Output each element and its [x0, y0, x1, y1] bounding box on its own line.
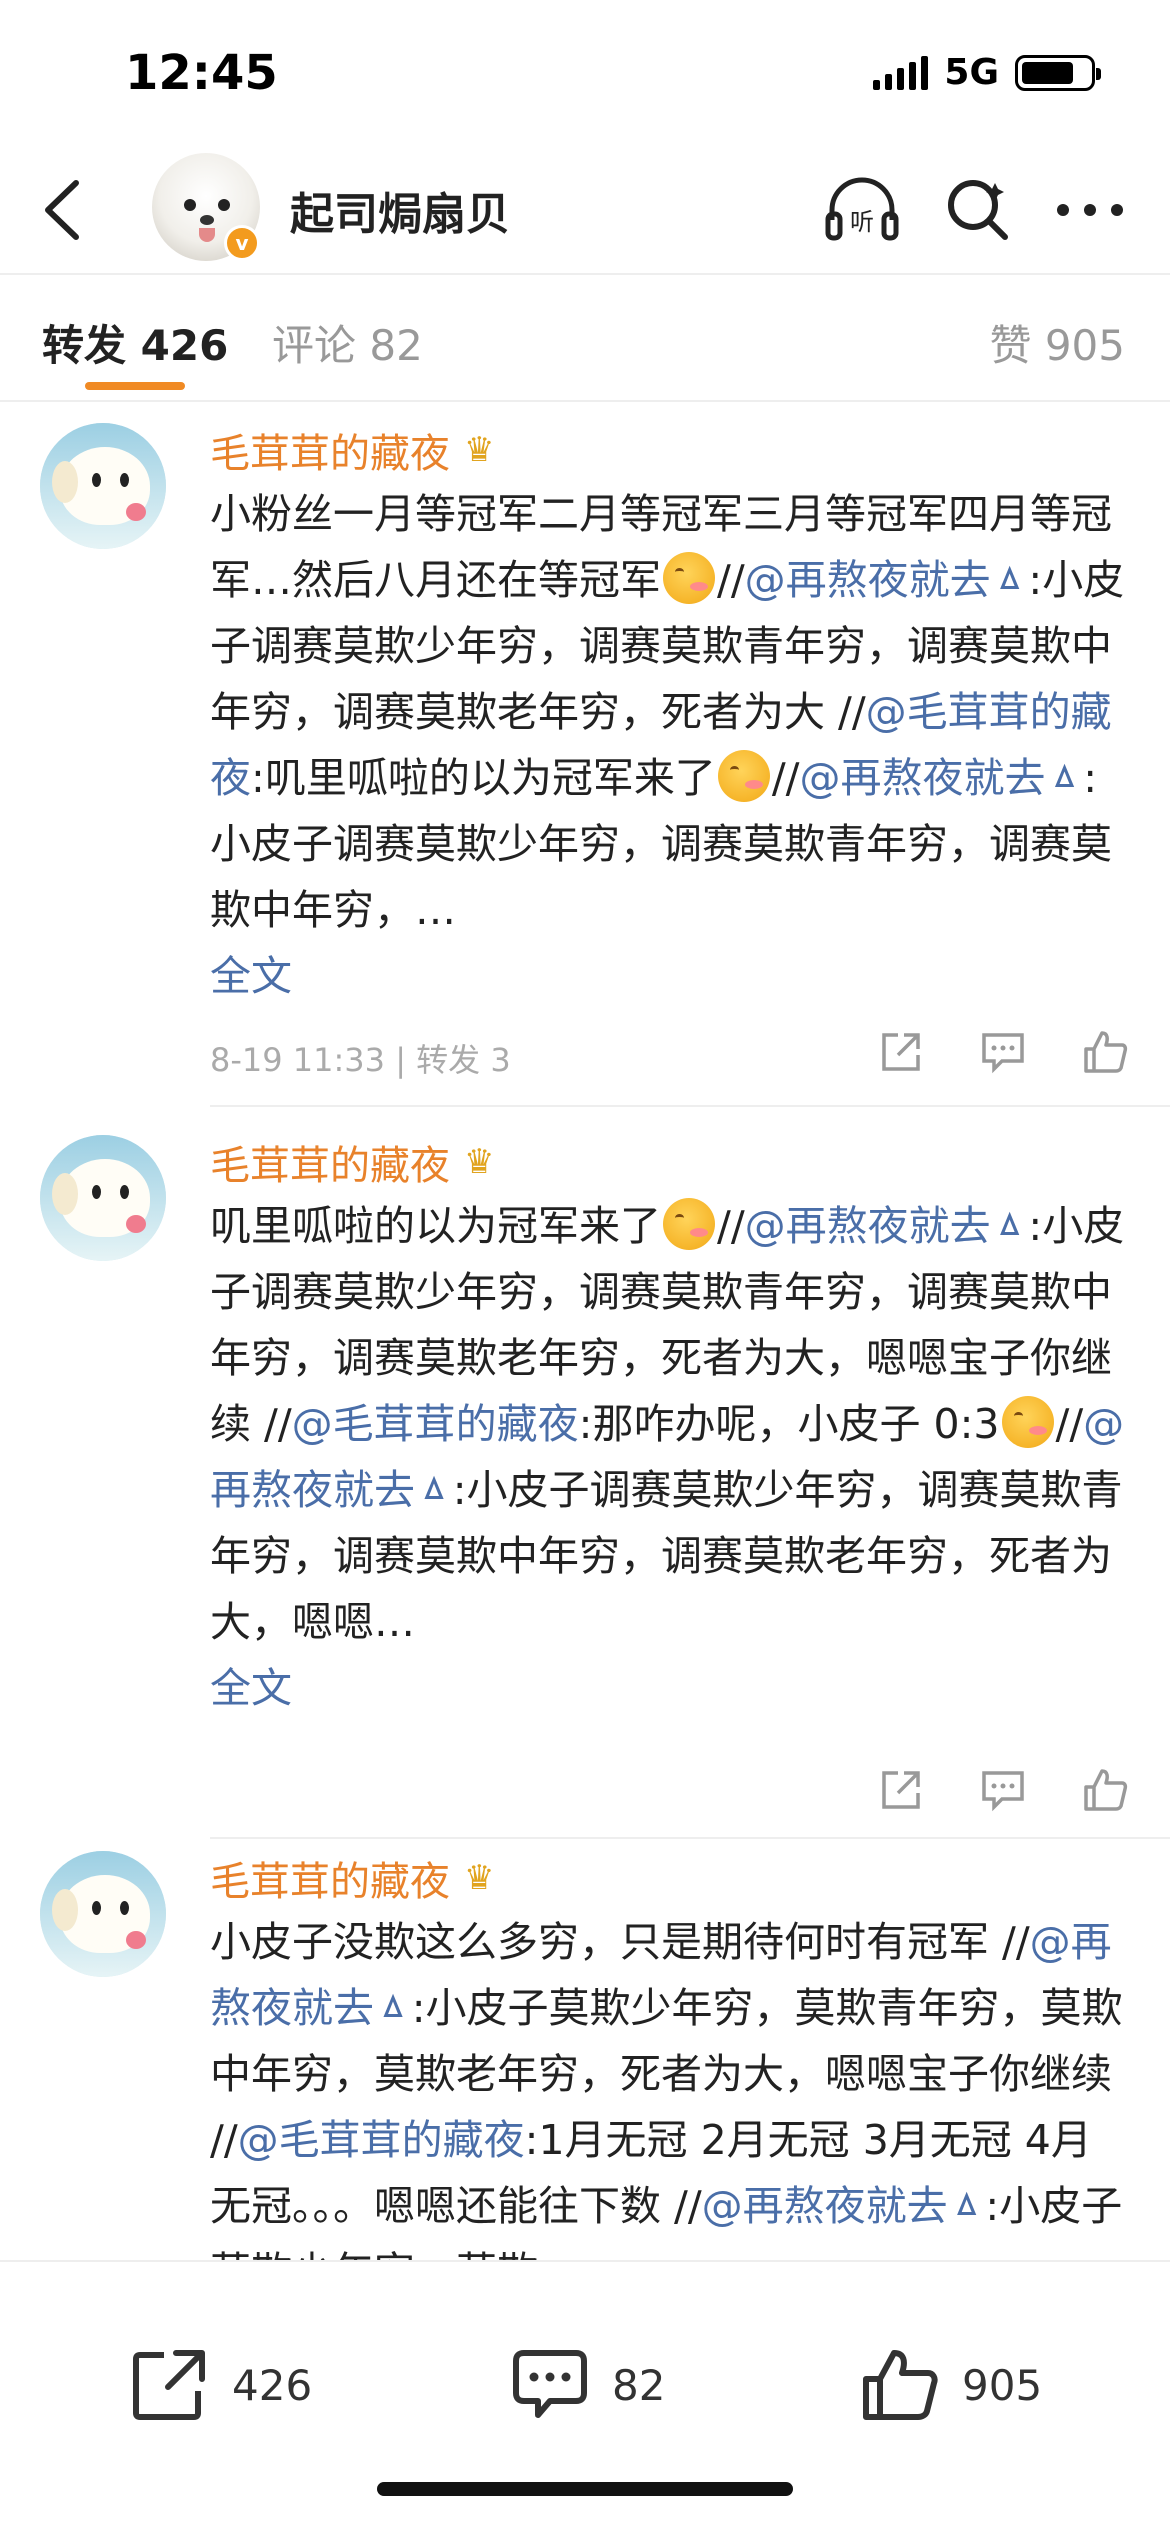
- search-icon: [948, 180, 1008, 240]
- comment-icon: [982, 1771, 1024, 1812]
- text-segment: //: [717, 556, 745, 604]
- comment-icon: [982, 1033, 1024, 1074]
- full-text-link[interactable]: 全文: [210, 943, 1130, 1009]
- emoji-face-icon: [1001, 1396, 1054, 1448]
- mention-link[interactable]: @毛茸茸的藏夜: [238, 2116, 525, 2164]
- mention-link[interactable]: @再熬夜就去ㅿ: [702, 2182, 986, 2230]
- mention-link[interactable]: @毛茸茸的藏夜: [292, 1400, 579, 1448]
- emoji-face-icon: [663, 1198, 715, 1250]
- back-button[interactable]: [32, 175, 92, 245]
- repost-list: 毛茸茸的藏夜 ♛ 小粉丝一月等冠军二月等冠军三月等冠军四月等冠军…然后八月还在等…: [0, 405, 1170, 2260]
- tab-comment[interactable]: 评论 82: [272, 312, 423, 373]
- author-name[interactable]: 毛茸茸的藏夜: [210, 1133, 450, 1191]
- comment-action-button[interactable]: [978, 1027, 1028, 1077]
- repost-action-button[interactable]: [876, 1027, 926, 1077]
- tab-repost[interactable]: 转发 426: [42, 312, 228, 373]
- home-indicator[interactable]: [377, 2482, 793, 2496]
- emoji-face-icon: [717, 750, 770, 802]
- crown-icon: ♛: [464, 430, 495, 470]
- thumbs-up-icon: [1084, 1769, 1128, 1811]
- author-name[interactable]: 毛茸茸的藏夜: [210, 421, 450, 479]
- repost-author[interactable]: 毛茸茸的藏夜 ♛: [210, 419, 1130, 481]
- search-button[interactable]: [938, 170, 1018, 250]
- listen-button[interactable]: 听: [822, 170, 902, 250]
- thumbs-up-icon: [1084, 1031, 1128, 1073]
- share-icon: [882, 1033, 920, 1071]
- bottom-like-count: 905: [962, 2360, 1043, 2410]
- text-segment: //: [1055, 1400, 1084, 1448]
- post-actions: [876, 1765, 1130, 1815]
- full-text-link[interactable]: 全文: [210, 1655, 1130, 1721]
- like-action-button[interactable]: [1080, 1765, 1130, 1815]
- repost-text[interactable]: 小皮子没欺这么多穷，只是期待何时有冠军 //@再熬夜就去ㅿ:小皮子莫欺少年穷，莫…: [210, 1909, 1130, 2260]
- repost-avatar[interactable]: [40, 1135, 166, 1261]
- text-segment: :那咋办呢，小皮子 0:3: [578, 1400, 1000, 1448]
- crown-icon: ♛: [464, 1142, 495, 1182]
- mention-link[interactable]: @再熬夜就去ㅿ: [745, 1202, 1029, 1250]
- network-label: 5G: [944, 52, 999, 93]
- divider: [210, 1837, 1170, 1839]
- mention-link[interactable]: @再熬夜就去ㅿ: [745, 556, 1029, 604]
- text-segment: 叽里呱啦的以为冠军来了: [210, 1202, 661, 1250]
- status-indicators: 5G: [873, 52, 1101, 93]
- repost-text[interactable]: 叽里呱啦的以为冠军来了//@再熬夜就去ㅿ:小皮子调赛莫欺少年穷，调赛莫欺青年穷，…: [210, 1193, 1130, 1655]
- user-avatar[interactable]: v: [152, 153, 260, 261]
- like-action-button[interactable]: [1080, 1027, 1130, 1077]
- repost-author[interactable]: 毛茸茸的藏夜 ♛: [210, 1847, 1130, 1909]
- post-actions: [876, 1027, 1130, 1077]
- bottom-comment-button[interactable]: 82: [510, 2347, 665, 2423]
- nav-header: v 起司焗扇贝 听: [0, 150, 1170, 275]
- repost-action-button[interactable]: [876, 1765, 926, 1815]
- repost-text[interactable]: 小粉丝一月等冠军二月等冠军三月等冠军四月等冠军…然后八月还在等冠军//@再熬夜就…: [210, 481, 1130, 943]
- thumbs-up-icon: [863, 2350, 938, 2420]
- post-meta: 8-19 11:33 | 转发 3: [210, 1041, 511, 1079]
- status-time: 12:45: [125, 45, 278, 101]
- bottom-action-bar: 426 82 905: [0, 2260, 1170, 2532]
- battery-icon: [1015, 54, 1101, 91]
- svg-text:听: 听: [850, 208, 874, 236]
- signal-icon: [873, 55, 929, 90]
- header-username[interactable]: 起司焗扇贝: [290, 178, 510, 242]
- chevron-left-icon: [45, 180, 79, 240]
- text-segment: //: [717, 1202, 745, 1250]
- repost-avatar[interactable]: [40, 1851, 166, 1977]
- bottom-repost-count: 426: [232, 2360, 313, 2410]
- comment-icon: [513, 2350, 587, 2418]
- headphones-icon: 听: [825, 177, 899, 241]
- text-segment: :叽里呱啦的以为冠军来了: [251, 754, 716, 802]
- share-icon: [133, 2350, 205, 2420]
- bottom-comment-count: 82: [612, 2360, 666, 2410]
- tab-bar: 转发 426 评论 82 赞 905: [0, 277, 1170, 402]
- emoji-face-icon: [663, 552, 715, 604]
- verified-badge-icon: v: [224, 225, 260, 261]
- more-button[interactable]: [1050, 170, 1130, 250]
- tab-like[interactable]: 赞 905: [989, 312, 1125, 373]
- bottom-like-button[interactable]: 905: [860, 2347, 1042, 2423]
- repost-avatar[interactable]: [40, 423, 166, 549]
- mention-link[interactable]: @再熬夜就去ㅿ: [799, 754, 1083, 802]
- status-bar: 12:45 5G: [0, 0, 1170, 150]
- text-segment: //: [771, 754, 800, 802]
- crown-icon: ♛: [464, 1858, 495, 1898]
- divider: [210, 1105, 1170, 1107]
- text-segment: 小皮子没欺这么多穷，只是期待何时有冠军 //: [210, 1918, 1030, 1966]
- repost-author[interactable]: 毛茸茸的藏夜 ♛: [210, 1131, 1130, 1193]
- author-name[interactable]: 毛茸茸的藏夜: [210, 1849, 450, 1907]
- share-icon: [882, 1771, 920, 1809]
- tab-active-indicator: [85, 382, 185, 390]
- comment-action-button[interactable]: [978, 1765, 1028, 1815]
- more-dots-icon: [1057, 204, 1123, 216]
- bottom-repost-button[interactable]: 426: [130, 2347, 312, 2423]
